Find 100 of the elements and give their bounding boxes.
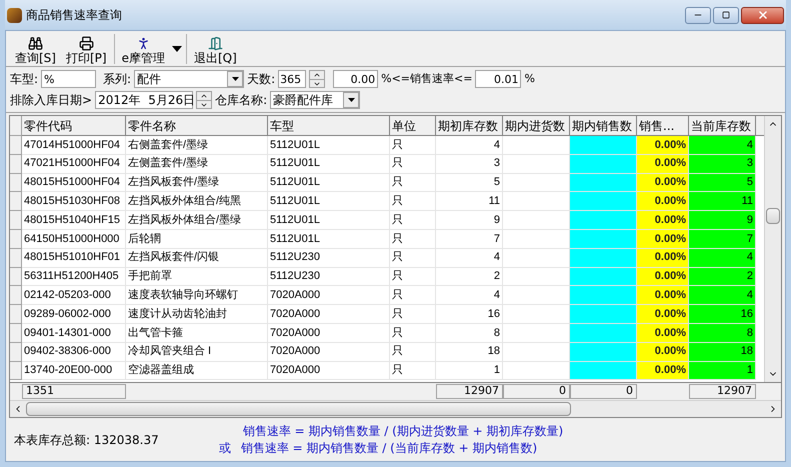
row-selector[interactable] [10, 154, 22, 174]
window-title: 商品销售速率查询 [26, 7, 122, 24]
row-selector[interactable] [10, 174, 22, 192]
total-cell: 12907 [689, 384, 756, 399]
table-cell: 0.00% [637, 174, 689, 192]
spin-buttons[interactable] [196, 91, 212, 109]
table-cell: 47021H51000HF04 [22, 154, 126, 174]
table-cell: 右侧盖套件/墨绿 [126, 136, 268, 155]
table-cell: 5112U01L [268, 230, 390, 249]
close-icon [756, 9, 768, 21]
table-cell: 0.00% [637, 286, 689, 306]
app-icon [7, 8, 22, 22]
table-cell: 0.00% [637, 230, 689, 249]
binoculars-icon [28, 36, 43, 51]
formula-text: 销售速率 = 期内销售数量 / (当前库存数 + 期内销售数) [240, 440, 538, 456]
spin-buttons[interactable] [309, 70, 326, 88]
table-cell: 手把前罩 [126, 268, 268, 286]
table-cell: 64150H51000H000 [22, 230, 126, 249]
table-cell: 0.00% [637, 305, 689, 324]
column-header[interactable]: 期内进货数 [503, 116, 570, 136]
table-cell: 56311H51200H405 [22, 268, 126, 286]
rate-min-field[interactable]: 0.00 [333, 70, 378, 88]
row-selector[interactable] [10, 305, 22, 324]
exit-door-icon [208, 36, 223, 51]
column-header[interactable]: 单位 [390, 116, 436, 136]
column-header[interactable]: 期内销售数 [570, 116, 637, 136]
warehouse-dropdown[interactable]: 豪爵配件库 [270, 91, 360, 109]
table-cell: 5112U230 [268, 268, 390, 286]
row-selector[interactable] [10, 230, 22, 249]
table-cell: 1 [689, 362, 756, 380]
column-header[interactable]: 车型 [268, 116, 390, 136]
row-selector[interactable] [10, 211, 22, 230]
toolbar-button[interactable]: e摩管理 [118, 36, 168, 66]
rate-range-label: %<=销售速率<= [381, 70, 472, 87]
dropdown-caret-icon[interactable] [172, 46, 182, 52]
spin-down-icon[interactable] [313, 80, 322, 88]
table-cell: 只 [390, 154, 436, 174]
table-cell: 只 [390, 192, 436, 212]
table-cell: 只 [390, 230, 436, 249]
row-selector[interactable] [10, 324, 22, 343]
table-cell: 2 [689, 268, 756, 286]
formula-text: 销售速率 = 期内销售数量 / (期内进货数量 + 期初库存数量) [242, 422, 564, 440]
column-header[interactable]: 销售... [637, 116, 689, 136]
date-field[interactable]: 2012年 5月26日 [95, 91, 194, 109]
rate-max-field[interactable]: 0.01 [475, 70, 522, 88]
toolbar-button[interactable]: 打印[P] [62, 36, 110, 66]
column-header[interactable]: 当前库存数 [689, 116, 756, 136]
days-field[interactable]: 365 [278, 70, 306, 88]
column-header[interactable]: 零件名称 [126, 116, 268, 136]
total-cell: 0 [503, 384, 570, 399]
table-cell: 0.00% [637, 154, 689, 174]
vertical-scrollbar[interactable] [764, 116, 781, 382]
table-cell: 4 [689, 248, 756, 268]
table-cell: 冷却风管夹组合 I [126, 342, 268, 362]
table-cell: 5112U01L [268, 136, 390, 155]
horizontal-scrollbar[interactable] [10, 400, 781, 417]
model-field[interactable]: % [41, 70, 96, 88]
toolbar-button[interactable]: 查询[S] [12, 36, 59, 66]
table-cell: 4 [436, 248, 503, 268]
scrollbar-thumb[interactable] [26, 402, 571, 416]
table-cell: 0.00% [637, 268, 689, 286]
table-cell: 5 [689, 174, 756, 192]
scrollbar-thumb[interactable] [766, 208, 780, 224]
table-cell: 11 [436, 192, 503, 212]
table-cell: 左挡风板套件/闪银 [126, 248, 268, 268]
maximize-button[interactable] [713, 6, 739, 24]
row-selector[interactable] [10, 248, 22, 268]
exclude-date-label: 排除入库日期> [10, 92, 92, 109]
table-cell: 0.00% [637, 362, 689, 380]
series-dropdown[interactable]: 配件 [134, 70, 244, 88]
table-cell: 只 [390, 248, 436, 268]
printer-icon [78, 36, 94, 51]
table-cell: 09289-06002-000 [22, 305, 126, 324]
row-selector[interactable] [10, 362, 22, 380]
table-cell: 48015H51010HF01 [22, 248, 126, 268]
table-cell: 左挡风板套件/墨绿 [126, 174, 268, 192]
table-cell: 左挡风板外体组合/纯黑 [126, 192, 268, 212]
spin-down-icon[interactable] [200, 101, 208, 109]
row-selector[interactable] [10, 286, 22, 306]
table-cell: 只 [390, 362, 436, 380]
table-cell: 5112U230 [268, 248, 390, 268]
close-button[interactable] [741, 6, 784, 24]
maximize-icon [722, 11, 730, 19]
row-selector[interactable] [10, 136, 22, 155]
table-cell: 48015H51040HF15 [22, 211, 126, 230]
table-cell: 7020A000 [268, 342, 390, 362]
spin-up-icon[interactable] [200, 92, 208, 100]
spin-up-icon[interactable] [313, 71, 322, 79]
toolbar-button[interactable]: 退出[Q] [190, 36, 240, 66]
table-cell: 后轮辋 [126, 230, 268, 249]
row-selector[interactable] [10, 342, 22, 362]
column-header[interactable]: 期初库存数 [436, 116, 503, 136]
row-selector[interactable] [10, 268, 22, 286]
row-selector[interactable] [10, 192, 22, 212]
table-cell: 4 [689, 136, 756, 155]
table-cell: 18 [436, 342, 503, 362]
table-cell: 5112U01L [268, 192, 390, 212]
table-cell: 5112U01L [268, 211, 390, 230]
table-cell: 空滤器盖组成 [126, 362, 268, 380]
column-header[interactable]: 零件代码 [22, 116, 126, 136]
